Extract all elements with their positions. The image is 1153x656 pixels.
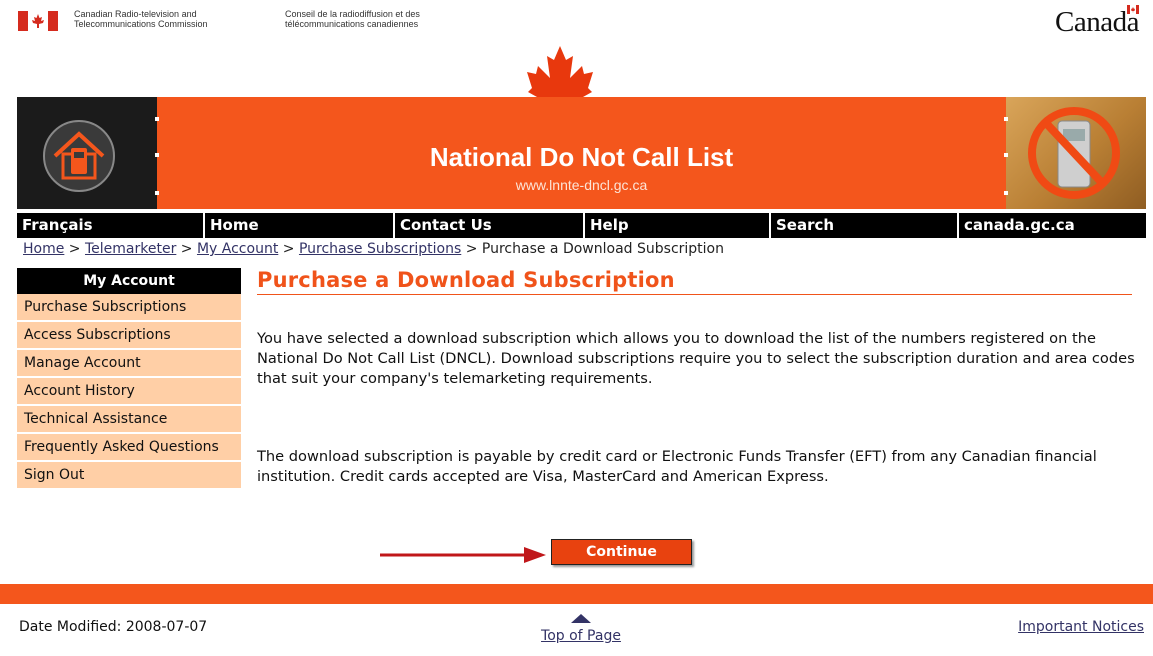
nav-contact-us[interactable]: Contact Us xyxy=(393,213,583,238)
intro-paragraph: You have selected a download subscriptio… xyxy=(257,330,1135,387)
breadcrumb-separator: > xyxy=(461,241,482,257)
breadcrumb-my-account[interactable]: My Account xyxy=(197,241,278,257)
nav-francais[interactable]: Français xyxy=(17,213,203,238)
breadcrumb-telemarketer[interactable]: Telemarketer xyxy=(85,241,176,257)
continue-button[interactable]: Continue xyxy=(551,539,692,565)
date-modified: Date Modified: 2008-07-07 xyxy=(19,619,208,635)
department-name-fr: Conseil de la radiodiffusion et des télé… xyxy=(285,9,420,29)
breadcrumb-separator: > xyxy=(278,241,299,257)
up-arrow-icon[interactable] xyxy=(571,614,591,623)
nav-canada-gc-ca[interactable]: canada.gc.ca xyxy=(957,213,1146,238)
nav-search[interactable]: Search xyxy=(769,213,957,238)
breadcrumb-home[interactable]: Home xyxy=(23,241,64,257)
dept-fr-line2: télécommunications canadiennes xyxy=(285,19,419,29)
sidebar-item-access-subscriptions[interactable]: Access Subscriptions xyxy=(17,322,241,350)
important-notices-link[interactable]: Important Notices xyxy=(1018,619,1144,635)
breadcrumb-purchase-subscriptions[interactable]: Purchase Subscriptions xyxy=(299,241,461,257)
dept-fr-line1: Conseil de la radiodiffusion et des xyxy=(285,9,420,19)
sidebar-item-manage-account[interactable]: Manage Account xyxy=(17,350,241,378)
department-name-en: Canadian Radio-television and Telecommun… xyxy=(74,9,208,29)
dept-en-line1: Canadian Radio-television and xyxy=(74,9,197,19)
fip-header: Canadian Radio-television and Telecommun… xyxy=(0,0,1153,48)
breadcrumb-current: Purchase a Download Subscription xyxy=(481,241,724,257)
dept-en-line2: Telecommunications Commission xyxy=(74,19,208,29)
top-of-page-link[interactable]: Top of Page xyxy=(518,628,644,644)
nav-help[interactable]: Help xyxy=(583,213,769,238)
banner-dot xyxy=(155,117,159,121)
breadcrumb: Home > Telemarketer > My Account > Purch… xyxy=(23,241,724,257)
sidebar-menu: My Account Purchase Subscriptions Access… xyxy=(17,268,241,490)
sidebar-item-purchase-subscriptions[interactable]: Purchase Subscriptions xyxy=(17,294,241,322)
nav-home[interactable]: Home xyxy=(203,213,393,238)
main-content: Purchase a Download Subscription You hav… xyxy=(257,268,1135,485)
top-of-page: Top of Page xyxy=(518,614,644,644)
payment-paragraph: The download subscription is payable by … xyxy=(257,448,1097,485)
sidebar-item-faq[interactable]: Frequently Asked Questions xyxy=(17,434,241,462)
page-title: Purchase a Download Subscription xyxy=(257,268,1132,295)
canada-wordmark: Canada xyxy=(1055,5,1139,39)
banner-url: www.lnnte-dncl.gc.ca xyxy=(515,177,648,193)
banner-title: National Do Not Call List xyxy=(429,142,734,172)
breadcrumb-separator: > xyxy=(176,241,197,257)
sidebar-item-technical-assistance[interactable]: Technical Assistance xyxy=(17,406,241,434)
footer-bar xyxy=(0,584,1153,604)
breadcrumb-separator: > xyxy=(64,241,85,257)
banner-dot xyxy=(1004,117,1008,121)
wordmark-flag-icon xyxy=(1127,5,1139,14)
arrow-right-icon xyxy=(380,547,546,563)
canada-flag-icon xyxy=(18,11,58,31)
sidebar-item-sign-out[interactable]: Sign Out xyxy=(17,462,241,490)
sidebar-item-account-history[interactable]: Account History xyxy=(17,378,241,406)
sidebar-heading: My Account xyxy=(17,268,241,294)
top-navigation: Français Home Contact Us Help Search can… xyxy=(17,213,1146,238)
site-banner: National Do Not Call List www.lnnte-dncl… xyxy=(17,97,1146,209)
